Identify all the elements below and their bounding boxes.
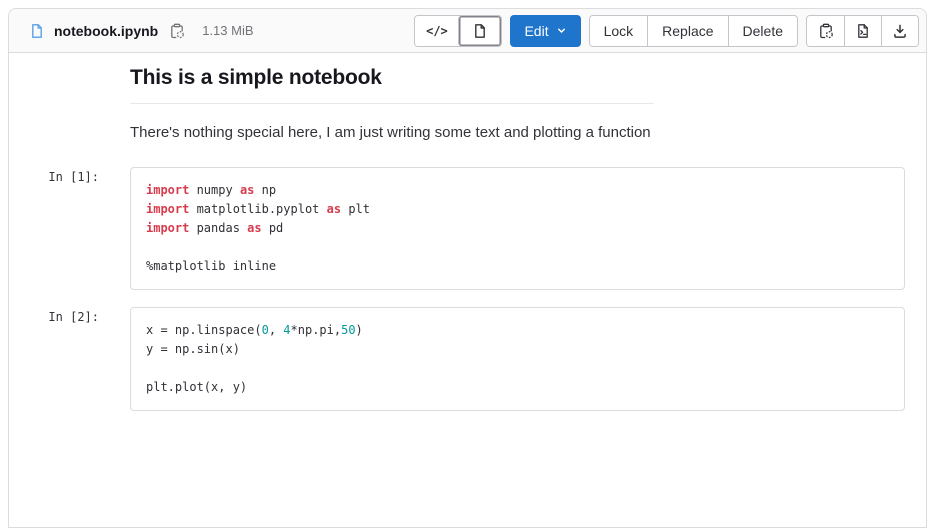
code-line: y = np.sin(x) (146, 340, 889, 359)
notebook-paragraph: There's nothing special here, I am just … (130, 124, 654, 141)
file-size: 1.13 MiB (202, 23, 253, 38)
delete-button[interactable]: Delete (728, 16, 797, 46)
file-name: notebook.ipynb (54, 23, 158, 39)
source-code-view-button[interactable]: </> (415, 16, 458, 46)
file-meta: notebook.ipynb 1.13 MiB (29, 21, 254, 41)
code-cells: In [1]:import numpy as npimport matplotl… (9, 167, 926, 411)
chevron-down-icon (556, 25, 567, 36)
code-line: import matplotlib.pyplot as plt (146, 200, 889, 219)
cell-prompt: In [2]: (9, 307, 130, 324)
open-raw-button[interactable] (844, 16, 881, 46)
code-line (146, 238, 889, 257)
notebook-content: This is a simple notebook There's nothin… (9, 53, 926, 411)
code-block: x = np.linspace(0, 4*np.pi,50)y = np.sin… (130, 307, 905, 411)
file-viewer: notebook.ipynb 1.13 MiB </> (8, 8, 927, 528)
file-action-group: Lock Replace Delete (589, 15, 798, 47)
copy-contents-button[interactable] (807, 16, 844, 46)
file-icon (29, 23, 45, 39)
markdown-cell: This is a simple notebook There's nothin… (130, 65, 654, 141)
view-toggle-group: </> (414, 15, 502, 47)
code-line: import numpy as np (146, 181, 889, 200)
file-toolbar: notebook.ipynb 1.13 MiB </> (9, 9, 926, 53)
code-line: import pandas as pd (146, 219, 889, 238)
document-icon (472, 23, 488, 39)
lock-button[interactable]: Lock (590, 16, 648, 46)
code-line: plt.plot(x, y) (146, 378, 889, 397)
download-icon (892, 23, 908, 39)
notebook-heading: This is a simple notebook (130, 65, 654, 104)
code-cell: In [2]:x = np.linspace(0, 4*np.pi,50)y =… (9, 307, 926, 411)
code-line: x = np.linspace(0, 4*np.pi,50) (146, 321, 889, 340)
edit-dropdown-button[interactable]: Edit (510, 15, 580, 47)
open-raw-icon (855, 23, 871, 39)
icon-action-group (806, 15, 919, 47)
edit-button-label: Edit (524, 23, 548, 39)
code-line (146, 359, 889, 378)
code-block: import numpy as npimport matplotlib.pypl… (130, 167, 905, 290)
copy-contents-icon (818, 23, 834, 39)
code-line: %matplotlib inline (146, 257, 889, 276)
code-cell: In [1]:import numpy as npimport matplotl… (9, 167, 926, 290)
copy-file-path-button[interactable] (167, 21, 187, 41)
code-brackets-icon: </> (426, 24, 448, 38)
rendered-file-view-button[interactable] (458, 16, 501, 46)
download-button[interactable] (881, 16, 918, 46)
copy-to-clipboard-icon (169, 23, 185, 39)
toolbar-actions: </> Edit Lock (414, 15, 919, 47)
replace-button[interactable]: Replace (647, 16, 727, 46)
cell-prompt: In [1]: (9, 167, 130, 184)
